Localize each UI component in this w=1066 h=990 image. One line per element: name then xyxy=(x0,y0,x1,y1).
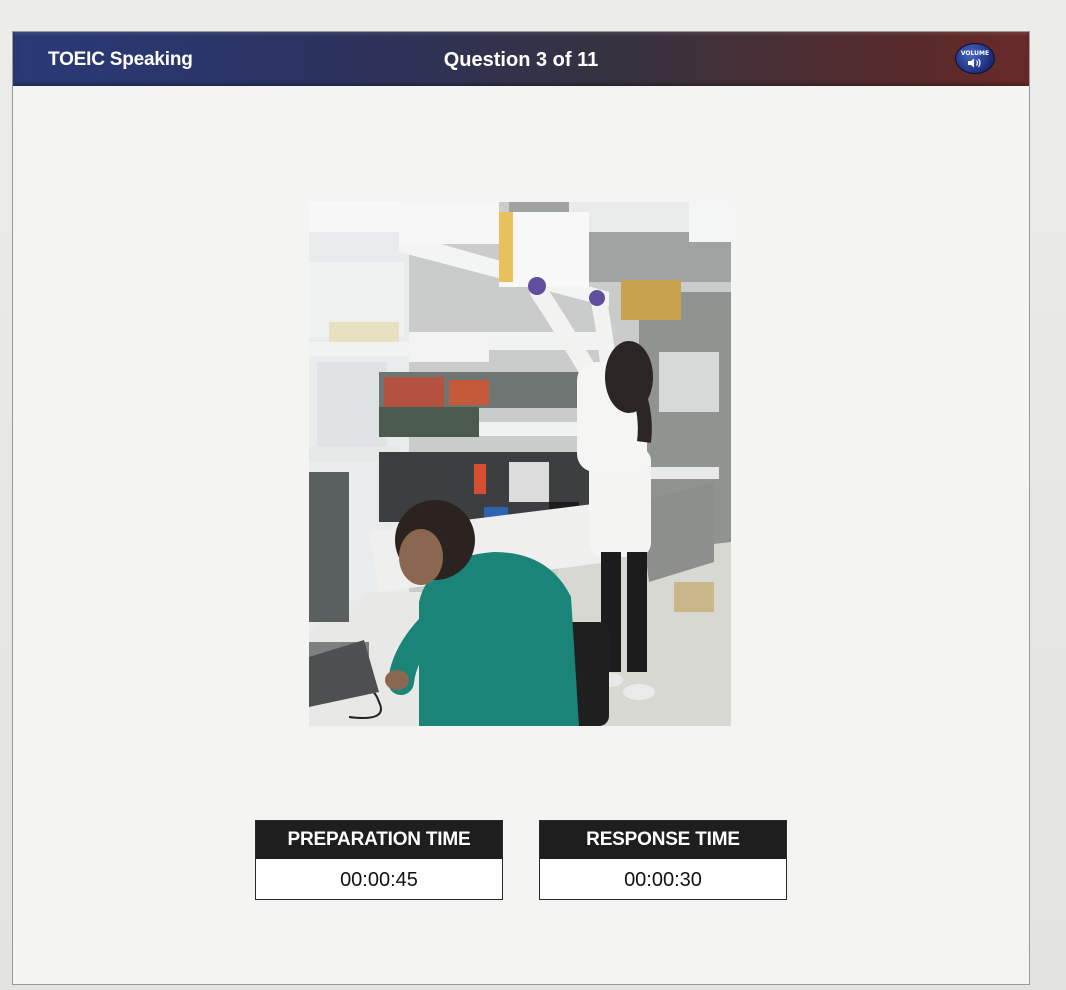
preparation-time-label: PREPARATION TIME xyxy=(256,821,502,859)
response-time-label: RESPONSE TIME xyxy=(540,821,786,859)
lab-photo-illustration xyxy=(309,202,731,726)
question-counter: Question 3 of 11 xyxy=(443,49,599,71)
title-bar: TOEIC Speaking Question 3 of 11 VOLUME xyxy=(13,32,1029,86)
volume-button[interactable]: VOLUME xyxy=(955,43,995,74)
preparation-timer: PREPARATION TIME 00:00:45 xyxy=(255,820,503,900)
preparation-time-value: 00:00:45 xyxy=(340,869,418,891)
page-background: TOEIC Speaking Question 3 of 11 VOLUME P… xyxy=(0,0,1066,990)
lab-photo xyxy=(309,202,731,726)
test-window: TOEIC Speaking Question 3 of 11 VOLUME P… xyxy=(12,31,1030,985)
speaker-icon xyxy=(968,58,981,68)
response-time-value: 00:00:30 xyxy=(624,869,702,891)
response-timer: RESPONSE TIME 00:00:30 xyxy=(539,820,787,900)
volume-label: VOLUME xyxy=(960,50,990,57)
